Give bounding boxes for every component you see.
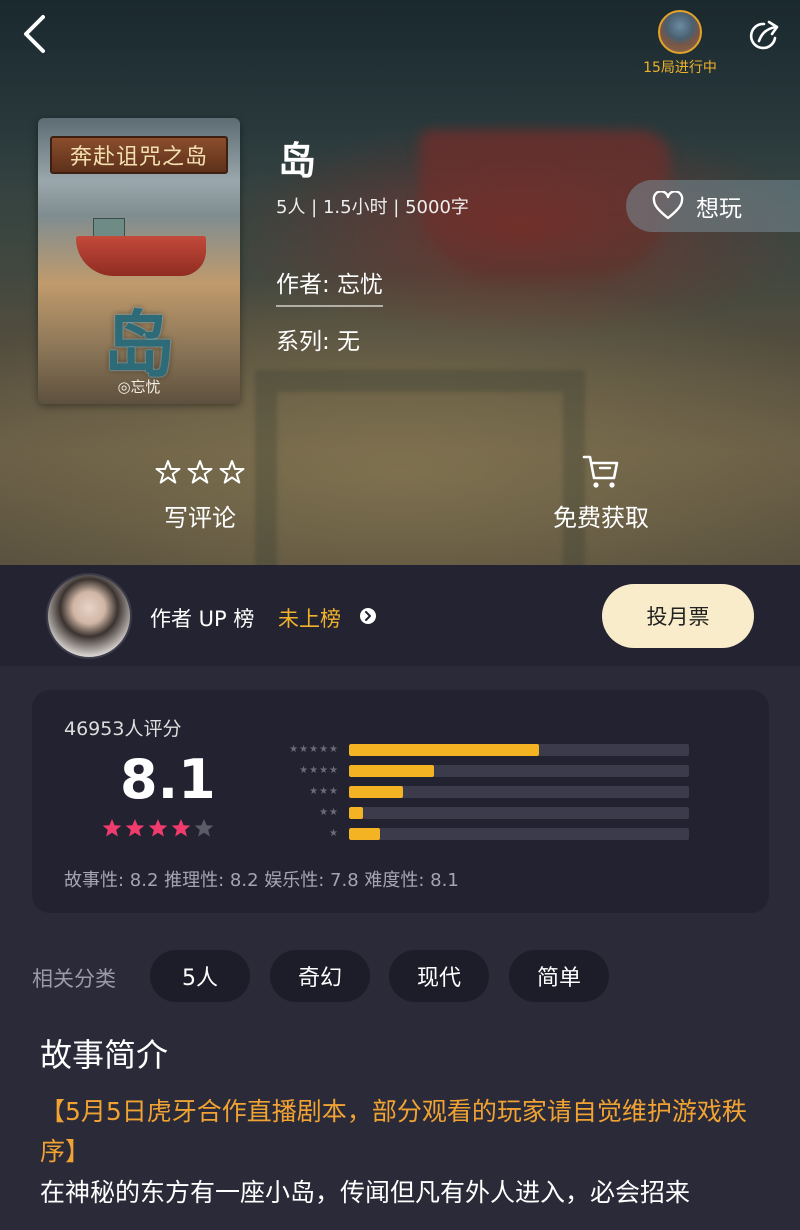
- cover-title-plank: 奔赴诅咒之岛: [50, 136, 228, 174]
- star-filled-icon: [148, 819, 168, 837]
- cart-icon: [582, 455, 619, 488]
- distribution-star-label: ★ ★ ★ ★: [299, 765, 338, 776]
- monthly-vote-button[interactable]: 投月票: [602, 584, 754, 648]
- game-thumbnail: [658, 10, 702, 54]
- distribution-track: [349, 807, 689, 819]
- chevron-right-icon[interactable]: [360, 608, 376, 624]
- write-review-button[interactable]: 写评论: [118, 452, 282, 533]
- back-button[interactable]: [14, 12, 54, 56]
- story-title: 故事简介: [40, 1036, 169, 1074]
- free-get-button[interactable]: 免费获取: [522, 452, 680, 533]
- distribution-bar: [349, 807, 363, 819]
- series-label: 系列: 无: [276, 329, 361, 355]
- free-get-label: 免费获取: [553, 504, 649, 532]
- cover-signature: ◎忘忧: [117, 378, 161, 396]
- star-outline-icon: [219, 460, 245, 484]
- author-up-bar: 作者 UP 榜 未上榜 投月票: [0, 565, 800, 666]
- chevron-left-icon: [24, 15, 45, 53]
- rating-stars: [102, 818, 214, 838]
- hero-banner: 15局进行中 奔赴诅咒之岛 岛 ◎忘忧 岛 5人 | 1.5小时 | 5000字…: [0, 0, 800, 565]
- cover-boat: [76, 236, 206, 276]
- distribution-bar: [349, 786, 404, 798]
- star-filled-icon: [171, 819, 191, 837]
- book-title: 岛: [278, 139, 317, 183]
- author-rank-link[interactable]: 未上榜: [278, 603, 341, 633]
- write-review-label: 写评论: [164, 504, 236, 532]
- tags-label: 相关分类: [32, 967, 116, 991]
- cover-boat-cabin: [93, 218, 125, 238]
- distribution-star-label: ★ ★ ★: [309, 786, 338, 797]
- author-avatar[interactable]: [46, 573, 132, 659]
- cover-glyph: 岛: [102, 302, 175, 387]
- want-to-play-label: 想玩: [696, 196, 742, 222]
- distribution-row: ★ ★: [262, 807, 689, 819]
- want-to-play-button[interactable]: 想玩: [626, 180, 800, 232]
- tag-chip[interactable]: 奇幻: [270, 950, 370, 1002]
- tag-chip[interactable]: 现代: [389, 950, 489, 1002]
- author-link[interactable]: 作者: 忘忧: [276, 265, 384, 307]
- rating-dimensions: 故事性: 8.2 推理性: 8.2 娱乐性: 7.8 难度性: 8.1: [64, 870, 459, 891]
- tag-chip[interactable]: 简单: [509, 950, 609, 1002]
- rating-card: 46953人评分 8.1 ★ ★ ★ ★ ★ ★ ★ ★ ★ ★ ★ ★ ★ ★ ★ 故事性: 8.2 推理…: [32, 690, 769, 913]
- distribution-star-label: ★: [329, 828, 338, 839]
- distribution-track: [349, 765, 689, 777]
- star-outline-icon: [187, 460, 213, 484]
- heart-icon: [652, 191, 684, 220]
- star-filled-icon: [125, 819, 145, 837]
- share-icon: [749, 20, 779, 50]
- distribution-row: ★: [262, 828, 689, 840]
- distribution-star-label: ★ ★: [319, 807, 338, 818]
- distribution-bar: [349, 828, 380, 840]
- distribution-bar: [349, 744, 540, 756]
- distribution-star-label: ★ ★ ★ ★ ★: [289, 744, 338, 755]
- review-stars-icon: [118, 452, 282, 492]
- star-outline-icon: [155, 460, 181, 484]
- distribution-track: [349, 744, 689, 756]
- story-notice: 【5月5日虎牙合作直播剧本，部分观看的玩家请自觉维护游戏秩序】: [40, 1097, 747, 1166]
- tag-chip[interactable]: 5人: [150, 950, 250, 1002]
- distribution-row: ★ ★ ★: [262, 786, 689, 798]
- star-filled-icon: [102, 819, 122, 837]
- distribution-row: ★ ★ ★ ★ ★: [262, 744, 689, 756]
- book-cover[interactable]: 奔赴诅咒之岛 岛 ◎忘忧: [38, 118, 240, 404]
- distribution-bar: [349, 765, 434, 777]
- story-body: 在神秘的东方有一座小岛，传闻但凡有外人进入，必会招来: [40, 1178, 691, 1207]
- games-in-progress-badge[interactable]: 15局进行中: [636, 10, 724, 76]
- distribution-track: [349, 786, 689, 798]
- games-in-progress-label: 15局进行中: [643, 60, 717, 76]
- distribution-row: ★ ★ ★ ★: [262, 765, 689, 777]
- distribution-track: [349, 828, 689, 840]
- rating-count: 46953人评分: [64, 718, 182, 740]
- rating-score: 8.1: [120, 748, 216, 811]
- book-meta: 5人 | 1.5小时 | 5000字: [276, 197, 469, 218]
- star-empty-icon: [194, 819, 214, 837]
- share-button[interactable]: [742, 14, 786, 58]
- author-up-label: 作者 UP 榜: [150, 607, 255, 631]
